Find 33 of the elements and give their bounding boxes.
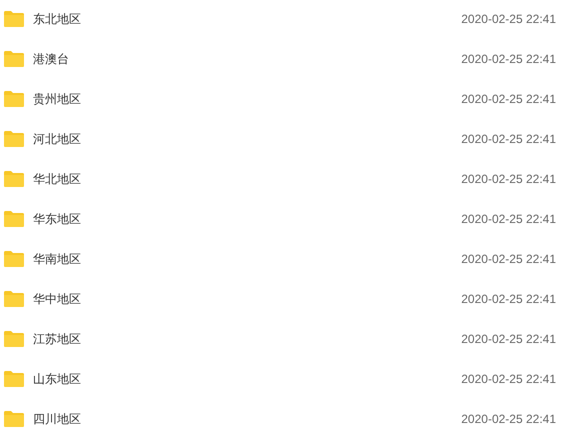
folder-icon <box>4 251 24 267</box>
modified-time: 2020-02-25 22:41 <box>461 332 556 346</box>
modified-time: 2020-02-25 22:41 <box>461 52 556 66</box>
folder-icon <box>4 211 24 227</box>
folder-icon <box>4 411 24 427</box>
modified-time: 2020-02-25 22:41 <box>461 12 556 26</box>
folder-name[interactable]: 华北地区 <box>33 170 462 188</box>
folder-name[interactable]: 港澳台 <box>33 50 462 68</box>
modified-time: 2020-02-25 22:41 <box>461 172 556 186</box>
modified-time: 2020-02-25 22:41 <box>461 212 556 226</box>
modified-time: 2020-02-25 22:41 <box>461 132 556 146</box>
folder-name[interactable]: 东北地区 <box>33 10 462 28</box>
folder-name[interactable]: 华中地区 <box>33 290 462 308</box>
folder-icon <box>4 371 24 387</box>
folder-name[interactable]: 贵州地区 <box>33 90 462 108</box>
folder-icon <box>4 91 24 107</box>
folder-name[interactable]: 华东地区 <box>33 210 462 228</box>
folder-name[interactable]: 山东地区 <box>33 370 462 388</box>
folder-icon <box>4 131 24 147</box>
folder-icon <box>4 291 24 307</box>
folder-name[interactable]: 四川地区 <box>33 410 462 428</box>
folder-icon <box>4 11 24 27</box>
modified-time: 2020-02-25 22:41 <box>461 372 556 386</box>
folder-icon <box>4 331 24 347</box>
modified-time: 2020-02-25 22:41 <box>461 292 556 306</box>
folder-icon <box>4 51 24 67</box>
folder-name[interactable]: 江苏地区 <box>33 330 462 348</box>
modified-time: 2020-02-25 22:41 <box>461 92 556 106</box>
folder-name[interactable]: 华南地区 <box>33 250 462 268</box>
modified-time: 2020-02-25 22:41 <box>461 412 556 426</box>
folder-icon <box>4 171 24 187</box>
modified-time: 2020-02-25 22:41 <box>461 252 556 266</box>
folder-name[interactable]: 河北地区 <box>33 130 462 148</box>
